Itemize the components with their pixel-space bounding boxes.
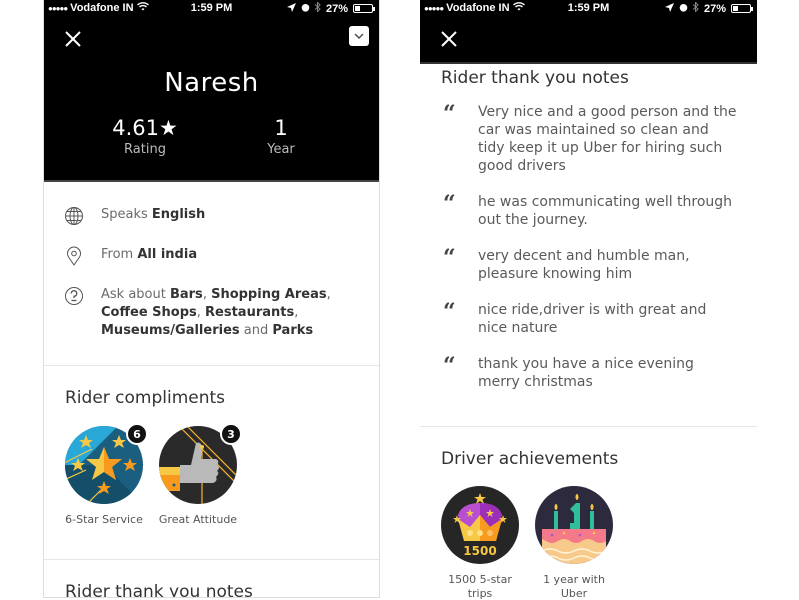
section-divider (44, 365, 379, 366)
years-label: Year (267, 142, 295, 157)
compliments-title: Rider compliments (65, 388, 226, 408)
thank-you-notes-list: “ Very nice and a good person and the ca… (420, 103, 757, 409)
compliment-label: Great Attitude (158, 513, 238, 526)
years-stat: 1 Year (221, 116, 341, 157)
thank-you-note: “ nice ride,driver is with great and nic… (443, 299, 707, 336)
alarm-icon (301, 3, 310, 15)
rating-stat: 4.61★ Rating (85, 116, 205, 157)
thank-you-notes-screen: ●●●●● Vodafone IN 1:59 PM 27% Rider than (420, 0, 757, 600)
topic: Bars (169, 287, 203, 302)
battery-percentage: 27% (325, 2, 348, 15)
driver-profile-screen: ●●●●● Vodafone IN 1:59 PM 27% Naresh 4.6… (43, 0, 380, 598)
language-value: English (151, 207, 206, 222)
compliment-label: 6-Star Service (65, 513, 143, 526)
location-arrow-icon (664, 2, 674, 15)
close-icon (441, 31, 457, 47)
thank-you-notes-title: Rider thank you notes (65, 582, 253, 598)
rating-label: Rating (124, 142, 166, 157)
quote-icon: “ (443, 191, 456, 217)
quote-icon: “ (443, 299, 456, 325)
quote-icon: “ (443, 101, 456, 127)
status-bar: ●●●●● Vodafone IN 1:59 PM 27% (44, 0, 379, 18)
info-hometown: From All india (44, 246, 379, 266)
thank-you-note: “ thank you have a nice evening merry ch… (443, 353, 694, 390)
topic: Coffee Shops (101, 305, 197, 320)
rating-value: 4.61★ (112, 116, 178, 140)
section-divider (420, 426, 757, 427)
battery-icon (353, 4, 375, 13)
battery-percentage: 27% (703, 2, 726, 15)
location-pin-icon (64, 246, 84, 266)
battery-icon (731, 4, 753, 13)
compliment-badge[interactable]: 6 6-Star Service (64, 423, 148, 527)
compliment-count: 3 (220, 423, 242, 445)
driver-info-list: Speaks English From All india Ask about … (44, 206, 379, 362)
globe-icon (64, 206, 84, 226)
achievements-title: Driver achievements (441, 449, 619, 469)
close-button[interactable] (438, 28, 460, 50)
thank-you-note: “ Very nice and a good person and the ca… (443, 101, 737, 174)
close-button[interactable] (62, 28, 84, 50)
achievement-badge[interactable]: 1 year with Uber (534, 485, 614, 600)
achievement-badge[interactable]: 1500 1500 5-star trips (440, 485, 520, 600)
thank-you-note: “ very decent and humble man, pleasure k… (443, 245, 690, 282)
achievements-list: 1500 1500 5-star trips 1 year with Uber (440, 485, 614, 600)
compliments-list: 6 6-Star Service 3 Great Attitude (64, 423, 242, 527)
years-value: 1 (274, 116, 288, 140)
thank-you-note: “ he was communicating well through out … (443, 191, 733, 228)
topic: Restaurants (205, 305, 295, 320)
hometown-value: All india (137, 247, 198, 262)
status-bar: ●●●●● Vodafone IN 1:59 PM 27% (420, 0, 757, 18)
achievement-badge-text: 1500 (463, 544, 496, 558)
birthday-cake-icon (535, 486, 613, 564)
bluetooth-icon (692, 1, 699, 15)
question-icon (64, 286, 84, 306)
topic: Museums/Galleries (101, 323, 240, 338)
topic: Shopping Areas (211, 287, 327, 302)
section-divider (44, 559, 379, 560)
profile-header: Naresh 4.61★ Rating 1 Year (44, 18, 379, 182)
thank-you-notes-title: Rider thank you notes (441, 68, 629, 88)
crown-icon: 1500 (441, 486, 519, 564)
topic: Parks (272, 323, 314, 338)
quote-icon: “ (443, 353, 456, 379)
chevron-down-icon (354, 33, 364, 39)
alarm-icon (679, 3, 688, 15)
compliment-badge[interactable]: 3 Great Attitude (158, 423, 242, 527)
location-arrow-icon (286, 2, 296, 15)
bluetooth-icon (314, 1, 321, 15)
profile-header-collapsed (420, 18, 757, 64)
achievement-label: 1500 5-star trips (448, 573, 512, 600)
compliment-count: 6 (126, 423, 148, 445)
info-ask-about: Ask about Bars, Shopping Areas, Coffee S… (44, 286, 379, 340)
collapse-button[interactable] (349, 26, 369, 46)
driver-name: Naresh (164, 68, 259, 98)
quote-icon: “ (443, 245, 456, 271)
info-languages: Speaks English (44, 206, 379, 226)
close-icon (65, 31, 81, 47)
achievement-label: 1 year with Uber (543, 573, 605, 600)
